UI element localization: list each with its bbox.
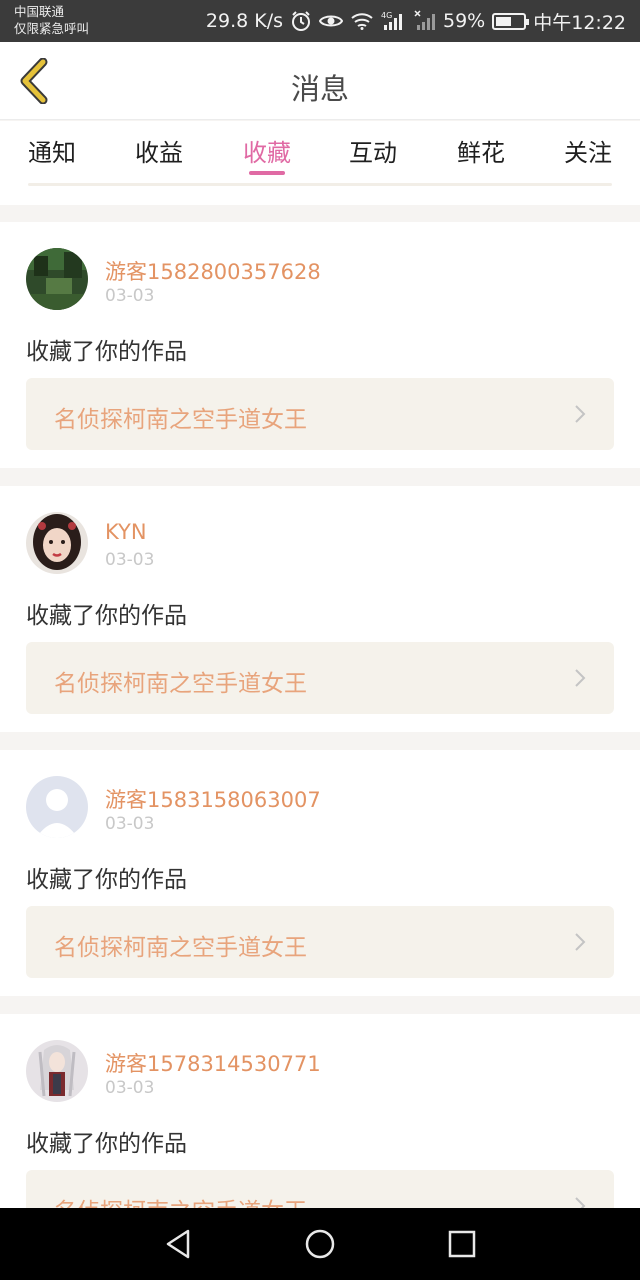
chevron-right-icon [575, 933, 586, 951]
battery-icon [492, 12, 530, 30]
username[interactable]: 游客1578314530771 [105, 1048, 321, 1078]
app-header: 消息 [0, 42, 640, 120]
status-icons: 29.8 K/s 4G 59% 中午12:22 [206, 0, 626, 42]
svg-text:4G: 4G [381, 11, 392, 20]
active-tab-indicator [249, 171, 285, 175]
timestamp: 03-03 [105, 286, 155, 306]
wifi-icon [350, 12, 374, 30]
signal-4g-icon: 4G [381, 10, 407, 32]
nav-home-button[interactable] [298, 1222, 342, 1266]
tab-interactions[interactable]: 互动 [318, 133, 428, 168]
system-nav-bar [0, 1208, 640, 1280]
tab-flowers[interactable]: 鲜花 [426, 133, 536, 168]
work-link[interactable]: 名侦探柯南之空手道女王 [26, 906, 614, 978]
battery-percent: 59% [443, 10, 486, 32]
triangle-back-icon [166, 1229, 190, 1259]
tab-following[interactable]: 关注 [533, 133, 640, 168]
clock: 中午12:22 [533, 11, 626, 34]
anime-character-avatar[interactable] [26, 1040, 88, 1102]
work-title: 名侦探柯南之空手道女王 [54, 671, 307, 697]
forest-avatar[interactable] [26, 248, 88, 310]
timestamp: 03-03 [105, 550, 155, 570]
tabs-divider [28, 183, 612, 186]
username[interactable]: KYN [105, 520, 147, 544]
emergency-only-text: 仅限紧急呼叫 [14, 21, 90, 36]
work-title: 名侦探柯南之空手道女王 [54, 407, 307, 433]
eye-comfort-icon [319, 12, 343, 30]
work-link[interactable]: 名侦探柯南之空手道女王 [26, 642, 614, 714]
status-bar: 中国联通 仅限紧急呼叫 29.8 K/s 4G 59% 中午12:22 [0, 0, 640, 42]
default-user-avatar[interactable] [26, 776, 88, 838]
timestamp: 03-03 [105, 1078, 155, 1098]
circle-home-icon [305, 1229, 335, 1259]
alarm-icon [290, 10, 312, 32]
network-speed: 29.8 K/s [205, 10, 283, 32]
list-item: 游客1582800357628 03-03 收藏了你的作品 名侦探柯南之空手道女… [0, 222, 640, 468]
signal-no-sim-icon [414, 10, 436, 32]
square-recents-icon [448, 1230, 476, 1258]
work-link[interactable]: 名侦探柯南之空手道女王 [26, 378, 614, 450]
tab-notifications[interactable]: 通知 [0, 133, 107, 168]
tab-favorites[interactable]: 收藏 [212, 133, 322, 168]
carrier-info: 中国联通 仅限紧急呼叫 [14, 3, 89, 37]
carrier-name: 中国联通 [14, 4, 65, 19]
tab-earnings[interactable]: 收益 [104, 133, 214, 168]
list-item: 游客1583158063007 03-03 收藏了你的作品 名侦探柯南之空手道女… [0, 750, 640, 996]
chevron-right-icon [575, 405, 586, 423]
message-tabs: 通知 收益 收藏 互动 鲜花 关注 [0, 121, 640, 205]
work-title: 名侦探柯南之空手道女王 [54, 935, 307, 961]
action-text: 收藏了你的作品 [26, 339, 187, 365]
username[interactable]: 游客1582800357628 [105, 256, 321, 286]
list-item: KYN 03-03 收藏了你的作品 名侦探柯南之空手道女王 [0, 486, 640, 732]
action-text: 收藏了你的作品 [26, 867, 187, 893]
nav-recents-button[interactable] [440, 1222, 484, 1266]
timestamp: 03-03 [105, 814, 155, 834]
action-text: 收藏了你的作品 [26, 1131, 187, 1157]
nav-back-button[interactable] [156, 1222, 200, 1266]
page-title: 消息 [290, 72, 349, 106]
action-text: 收藏了你的作品 [26, 603, 187, 629]
chevron-right-icon [575, 669, 586, 687]
woman-avatar[interactable] [26, 512, 88, 574]
username[interactable]: 游客1583158063007 [105, 784, 321, 814]
